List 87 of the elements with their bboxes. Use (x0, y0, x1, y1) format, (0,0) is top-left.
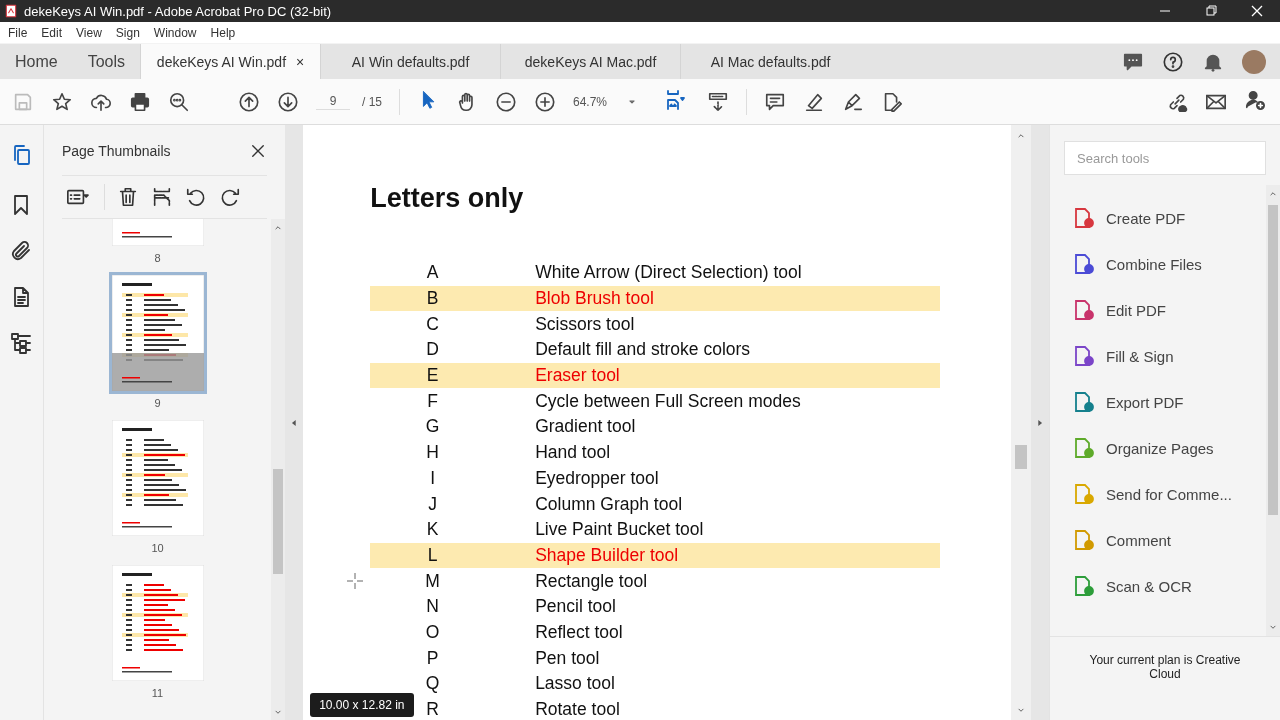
tool-name: Cycle between Full Screen modes (535, 390, 801, 412)
tool-name: Blob Brush tool (535, 288, 654, 310)
page-thumbnail[interactable] (108, 272, 207, 394)
page-number-field[interactable]: 9 (316, 93, 350, 110)
star-icon[interactable] (51, 90, 73, 113)
add-user-icon[interactable] (1244, 88, 1266, 111)
page-down-icon[interactable] (277, 90, 299, 113)
shortcut-key: B (426, 288, 439, 310)
pdf-file-icon (4, 4, 18, 18)
shortcut-key: M (425, 570, 440, 592)
shortcut-key: A (426, 262, 439, 284)
shortcut-key: F (427, 390, 438, 412)
shortcut-key: K (426, 519, 439, 541)
tool-name: Reflect tool (535, 621, 623, 643)
tool-name: Pen tool (535, 647, 600, 669)
tool-item[interactable]: Scan & OCR (1072, 563, 1266, 609)
crosshair-icon (347, 573, 364, 589)
window-title: dekeKeys AI Win.pdf - Adobe Acrobat Pro DC (32-bit) (24, 3, 333, 19)
shortcut-key: E (426, 365, 439, 387)
shortcut-key: R (426, 699, 439, 720)
tool-name: Eyedropper tool (535, 467, 659, 489)
tool-name: Live Paint Bucket tool (535, 519, 704, 541)
close-tab-icon[interactable]: × (296, 53, 305, 70)
shortcut-key: D (426, 339, 439, 361)
search-field[interactable]: Search tools (1064, 141, 1266, 175)
rotate-left-icon[interactable] (184, 186, 207, 208)
avatar[interactable] (1242, 49, 1266, 74)
nav-tab[interactable]: Home (0, 44, 73, 79)
zoom-dropdown[interactable]: 64.7% (573, 94, 644, 109)
zoom-in-icon[interactable] (534, 90, 556, 113)
tool-name: Shape Builder tool (535, 544, 679, 566)
page-heading: Letters only (370, 183, 525, 214)
tool-item[interactable]: Organize Pages (1072, 425, 1266, 471)
structure-tree-icon[interactable] (9, 331, 34, 355)
tool-name: White Arrow (Direct Selection) tool (535, 262, 802, 284)
tool-item[interactable]: Comment (1072, 517, 1266, 563)
menu-item[interactable]: View (76, 25, 102, 40)
tool-name: Column Graph tool (535, 493, 683, 515)
tool-name: Gradient tool (535, 416, 636, 438)
shortcut-key: O (425, 621, 440, 643)
shortcut-key: H (426, 442, 439, 464)
nav-tab[interactable]: Tools (72, 44, 141, 79)
shortcut-key: C (426, 313, 439, 335)
tool-name: Hand tool (535, 442, 611, 464)
tool-name: Scissors tool (535, 313, 635, 335)
tool-item[interactable]: Export PDF (1072, 379, 1266, 425)
tool-name: Rectangle tool (535, 570, 648, 592)
shortcut-key: Q (425, 673, 440, 695)
tool-item[interactable]: Send for Comme... (1072, 471, 1266, 517)
menu-item[interactable]: File (8, 25, 28, 40)
scrollbar-thumb[interactable] (1268, 205, 1278, 515)
page-number: 8 (154, 252, 161, 264)
tool-name: Eraser tool (535, 365, 620, 387)
menu-item[interactable]: Sign (115, 25, 140, 40)
tool-name: Pencil tool (535, 596, 616, 618)
scrollbar-thumb[interactable] (273, 469, 284, 574)
menu-item[interactable]: Window (153, 25, 197, 40)
zoom-search-icon[interactable] (168, 90, 190, 113)
help-icon[interactable] (1162, 50, 1184, 73)
zoom-out-icon[interactable] (495, 90, 517, 113)
shortcut-key: G (425, 416, 440, 438)
scrollbar-thumb[interactable] (1015, 445, 1028, 469)
tool-item[interactable]: Fill & Sign (1072, 333, 1266, 379)
tool-item[interactable]: Combine Files (1072, 241, 1266, 287)
print-icon[interactable] (129, 90, 151, 113)
shortcut-key: P (426, 647, 439, 669)
plan-notice: Your current plan is Creative Cloud (1050, 636, 1280, 720)
menu-item[interactable]: Edit (41, 25, 63, 40)
shortcut-key: N (426, 596, 439, 618)
tool-item[interactable]: Edit PDF (1072, 287, 1266, 333)
shortcut-key: L (427, 544, 438, 566)
document-tab[interactable]: dekeKeys AI Win.pdf × (140, 44, 321, 79)
tool-name: Rotate tool (535, 699, 620, 720)
tool-name: Default fill and stroke colors (535, 339, 751, 361)
page-up-icon[interactable] (238, 90, 260, 113)
panel-title: Page Thumbnails (61, 143, 171, 159)
page-number: 11 (151, 687, 164, 699)
page-number: 10 (151, 542, 164, 554)
tool-name: Lasso tool (535, 673, 615, 695)
page-count: / 15 (362, 94, 382, 109)
page-number: 9 (154, 397, 161, 409)
scroll-mode-icon[interactable] (707, 90, 730, 113)
page-size-tooltip: 10.00 x 12.82 in (310, 693, 414, 717)
tool-item[interactable]: Create PDF (1072, 195, 1266, 241)
menu-item[interactable]: Help (210, 25, 236, 40)
shortcut-key: I (430, 467, 436, 489)
shortcut-key: J (428, 493, 437, 515)
